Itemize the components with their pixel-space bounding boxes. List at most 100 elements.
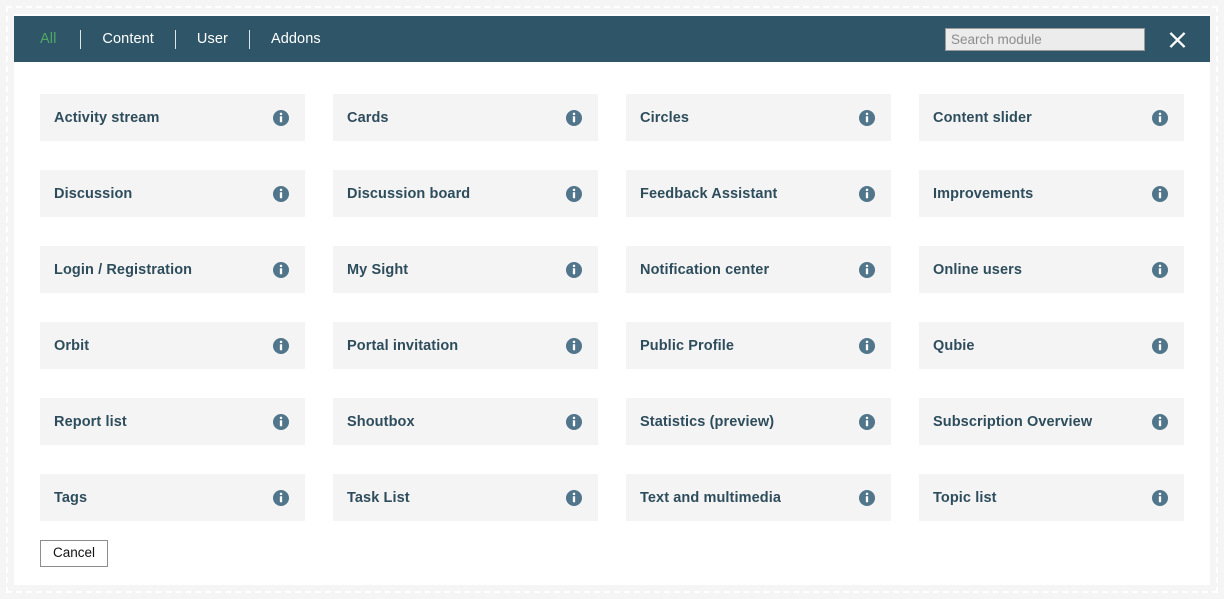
info-icon[interactable]	[859, 261, 875, 278]
info-icon[interactable]	[859, 185, 875, 202]
module-picker-panel: All Content User Addons Search module Ac…	[14, 14, 1210, 585]
tab-user[interactable]: User	[176, 16, 249, 62]
module-label: Statistics (preview)	[640, 413, 775, 430]
module-cell: Improvements	[905, 170, 1198, 246]
module-card-task-list[interactable]: Task List	[333, 474, 598, 521]
info-icon[interactable]	[859, 489, 875, 506]
info-icon[interactable]	[566, 413, 582, 430]
info-icon[interactable]	[566, 185, 582, 202]
module-card-qubie[interactable]: Qubie	[919, 322, 1184, 369]
module-card-statistics-preview[interactable]: Statistics (preview)	[626, 398, 891, 445]
module-cell: Discussion	[26, 170, 319, 246]
search-input[interactable]	[945, 27, 1145, 51]
module-cell: Circles	[612, 94, 905, 170]
module-cell: Public Profile	[612, 322, 905, 398]
module-cell: Login / Registration	[26, 246, 319, 322]
module-label: Feedback Assistant	[640, 185, 778, 202]
module-cell: Statistics (preview)	[612, 398, 905, 474]
module-card-circles[interactable]: Circles	[626, 94, 891, 141]
info-icon[interactable]	[566, 337, 582, 354]
tab-divider	[80, 29, 82, 49]
module-label: Improvements	[933, 185, 1034, 202]
module-label: Notification center	[640, 261, 770, 278]
module-cell: Task List	[319, 474, 612, 550]
module-card-subscription-overview[interactable]: Subscription Overview	[919, 398, 1184, 445]
module-grid: Activity stream Cards Circles Content sl…	[26, 94, 1198, 550]
module-card-text-and-multimedia[interactable]: Text and multimedia	[626, 474, 891, 521]
header-actions	[945, 22, 1210, 56]
module-card-report-list[interactable]: Report list	[40, 398, 305, 445]
module-label: My Sight	[347, 261, 409, 278]
module-cell: Shoutbox	[319, 398, 612, 474]
module-card-notification-center[interactable]: Notification center	[626, 246, 891, 293]
module-cell: Activity stream	[26, 94, 319, 170]
module-cell: Content slider	[905, 94, 1198, 170]
module-card-my-sight[interactable]: My Sight	[333, 246, 598, 293]
info-icon[interactable]	[859, 413, 875, 430]
module-label: Report list	[54, 413, 127, 430]
info-icon[interactable]	[859, 337, 875, 354]
module-cell: Tags	[26, 474, 319, 550]
module-card-feedback-assistant[interactable]: Feedback Assistant	[626, 170, 891, 217]
module-label: Portal invitation	[347, 337, 459, 354]
info-icon[interactable]	[566, 261, 582, 278]
info-icon[interactable]	[566, 109, 582, 126]
module-card-activity-stream[interactable]: Activity stream	[40, 94, 305, 141]
info-icon[interactable]	[273, 109, 289, 126]
tab-addons[interactable]: Addons	[250, 16, 342, 62]
info-icon[interactable]	[273, 337, 289, 354]
module-picker-dialog: All Content User Addons Search module Ac…	[0, 0, 1224, 599]
module-label: Public Profile	[640, 337, 735, 354]
info-icon[interactable]	[273, 261, 289, 278]
module-card-online-users[interactable]: Online users	[919, 246, 1184, 293]
module-cell: Orbit	[26, 322, 319, 398]
module-card-tags[interactable]: Tags	[40, 474, 305, 521]
module-picker-header: All Content User Addons	[14, 16, 1210, 62]
module-label: Qubie	[933, 337, 975, 354]
module-label: Orbit	[54, 337, 90, 354]
module-card-login-registration[interactable]: Login / Registration	[40, 246, 305, 293]
module-card-orbit[interactable]: Orbit	[40, 322, 305, 369]
module-label: Cards	[347, 109, 389, 126]
module-cell: Discussion board	[319, 170, 612, 246]
module-cell: Qubie	[905, 322, 1198, 398]
module-card-topic-list[interactable]: Topic list	[919, 474, 1184, 521]
module-label: Shoutbox	[347, 413, 415, 430]
module-card-content-slider[interactable]: Content slider	[919, 94, 1184, 141]
module-label: Subscription Overview	[933, 413, 1093, 430]
info-icon[interactable]	[1152, 261, 1168, 278]
info-icon[interactable]	[859, 109, 875, 126]
module-cell: Subscription Overview	[905, 398, 1198, 474]
module-card-public-profile[interactable]: Public Profile	[626, 322, 891, 369]
module-cell: My Sight	[319, 246, 612, 322]
info-icon[interactable]	[273, 413, 289, 430]
module-card-cards[interactable]: Cards	[333, 94, 598, 141]
module-label: Tags	[54, 489, 88, 506]
cancel-button[interactable]: Cancel	[40, 539, 109, 567]
info-icon[interactable]	[1152, 489, 1168, 506]
module-cell: Report list	[26, 398, 319, 474]
module-cell: Notification center	[612, 246, 905, 322]
info-icon[interactable]	[566, 489, 582, 506]
module-card-shoutbox[interactable]: Shoutbox	[333, 398, 598, 445]
info-icon[interactable]	[1152, 413, 1168, 430]
module-label: Content slider	[933, 109, 1032, 126]
module-card-discussion-board[interactable]: Discussion board	[333, 170, 598, 217]
module-label: Discussion	[54, 185, 133, 202]
module-cell: Topic list	[905, 474, 1198, 550]
info-icon[interactable]	[1152, 337, 1168, 354]
info-icon[interactable]	[273, 489, 289, 506]
info-icon[interactable]	[273, 185, 289, 202]
tab-divider	[248, 29, 250, 49]
close-button[interactable]	[1160, 22, 1194, 56]
module-card-improvements[interactable]: Improvements	[919, 170, 1184, 217]
module-cell: Text and multimedia	[612, 474, 905, 550]
dialog-footer: Cancel	[40, 539, 109, 567]
module-card-discussion[interactable]: Discussion	[40, 170, 305, 217]
info-icon[interactable]	[1152, 109, 1168, 126]
info-icon[interactable]	[1152, 185, 1168, 202]
module-card-portal-invitation[interactable]: Portal invitation	[333, 322, 598, 369]
tab-content[interactable]: Content	[81, 16, 175, 62]
tab-all[interactable]: All	[28, 16, 80, 62]
module-cell: Feedback Assistant	[612, 170, 905, 246]
